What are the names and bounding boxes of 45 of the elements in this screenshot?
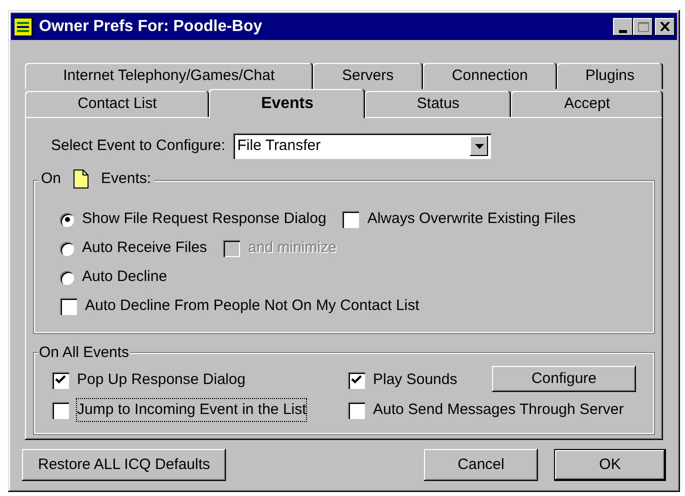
- tab[interactable]: Events: [209, 89, 366, 118]
- dialog-button[interactable]: Restore ALL ICQ Defaults: [22, 449, 226, 481]
- tab[interactable]: Plugins: [556, 63, 664, 89]
- checkbox[interactable]: [342, 211, 360, 228]
- minimize-icon: [619, 30, 627, 32]
- tab[interactable]: Servers: [312, 63, 423, 89]
- checkbox[interactable]: [52, 372, 69, 388]
- option-label: Auto Receive Files: [82, 238, 208, 258]
- tab[interactable]: Status: [365, 91, 512, 117]
- radio-button[interactable]: [60, 212, 74, 226]
- checkbox[interactable]: [348, 402, 365, 418]
- tab[interactable]: Connection: [422, 63, 557, 89]
- checkbox[interactable]: [60, 298, 77, 315]
- option-label: Jump to Incoming Event in the List: [77, 398, 306, 422]
- close-icon: [660, 22, 670, 31]
- dialog-button[interactable]: Cancel: [424, 449, 538, 481]
- tab[interactable]: Contact List: [25, 91, 210, 117]
- radio-button[interactable]: [60, 270, 74, 284]
- document-icon: [73, 169, 90, 190]
- window-title: Owner Prefs For: Poodle-Boy: [39, 16, 264, 36]
- select-label: Select Event to Configure:: [51, 136, 226, 156]
- option-label: Auto Decline From People Not On My Contact List: [85, 296, 420, 316]
- group-label: On: [41, 169, 62, 189]
- maximize-button[interactable]: [633, 18, 653, 36]
- option-label: Auto Decline: [82, 267, 168, 288]
- checkmark-icon: [351, 375, 362, 385]
- option-label: and minimize: [248, 238, 336, 258]
- maximize-icon: [638, 22, 648, 32]
- option-label: Always Overwrite Existing Files: [367, 209, 576, 230]
- dialog-button[interactable]: OK: [554, 449, 666, 481]
- option-label: Auto Send Messages Through Server: [373, 400, 624, 420]
- option-label: Show File Request Response Dialog: [82, 209, 326, 230]
- option-label: Pop Up Response Dialog: [77, 370, 246, 390]
- checkbox[interactable]: [348, 372, 365, 388]
- tab[interactable]: Internet Telephony/Games/Chat: [25, 63, 313, 89]
- checkmark-icon: [55, 375, 66, 385]
- event-dropdown[interactable]: File Transfer: [233, 133, 492, 159]
- group-label: Events:: [101, 169, 152, 189]
- checkbox[interactable]: [52, 402, 69, 418]
- option-label: Play Sounds: [373, 370, 458, 390]
- minimize-button[interactable]: [613, 18, 633, 36]
- radio-button[interactable]: [60, 242, 74, 256]
- configure-button[interactable]: Configure: [492, 366, 636, 392]
- tab[interactable]: Accept: [511, 91, 663, 117]
- close-button[interactable]: [655, 18, 675, 36]
